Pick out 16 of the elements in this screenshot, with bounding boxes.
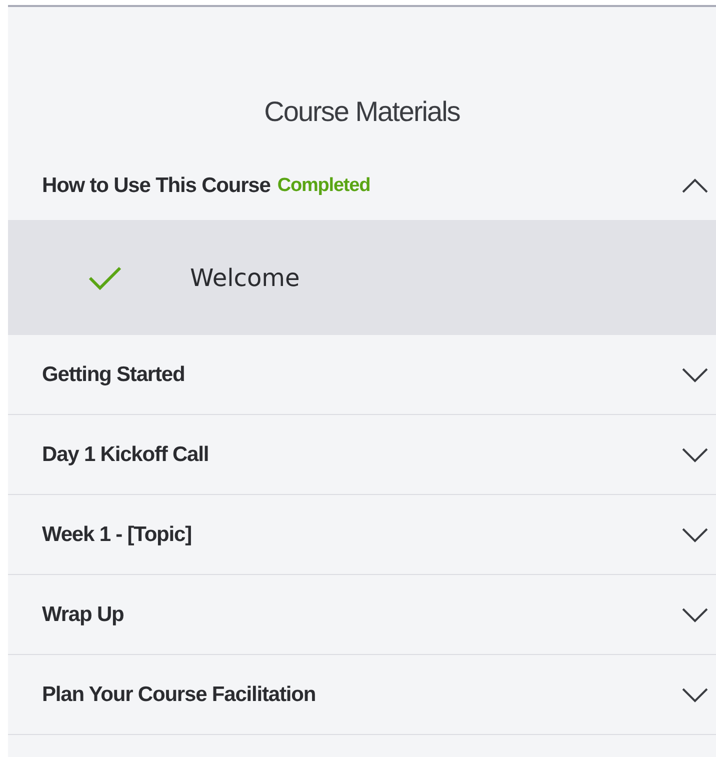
completed-status: Completed [277,175,370,197]
chevron-down-icon [682,366,708,382]
lesson-item[interactable]: Welcome [8,220,716,335]
section-header[interactable]: Getting Started [8,335,716,415]
section-header[interactable]: Wrap Up [8,575,716,655]
chevron-down-icon [682,686,708,702]
chevron-down-icon [682,606,708,622]
section-header[interactable]: Week 1 - [Topic] [8,495,716,575]
chevron-down-icon [682,446,708,462]
chevron-down-icon [682,526,708,542]
check-icon [88,264,122,290]
section-header[interactable]: How to Use This Course Completed [8,152,716,220]
panel-title: Course Materials [264,96,460,127]
section-header[interactable]: Plan Your Course Facilitation [8,655,716,735]
section-header[interactable]: Day 1 Kickoff Call [8,415,716,495]
chevron-up-icon [682,178,708,194]
